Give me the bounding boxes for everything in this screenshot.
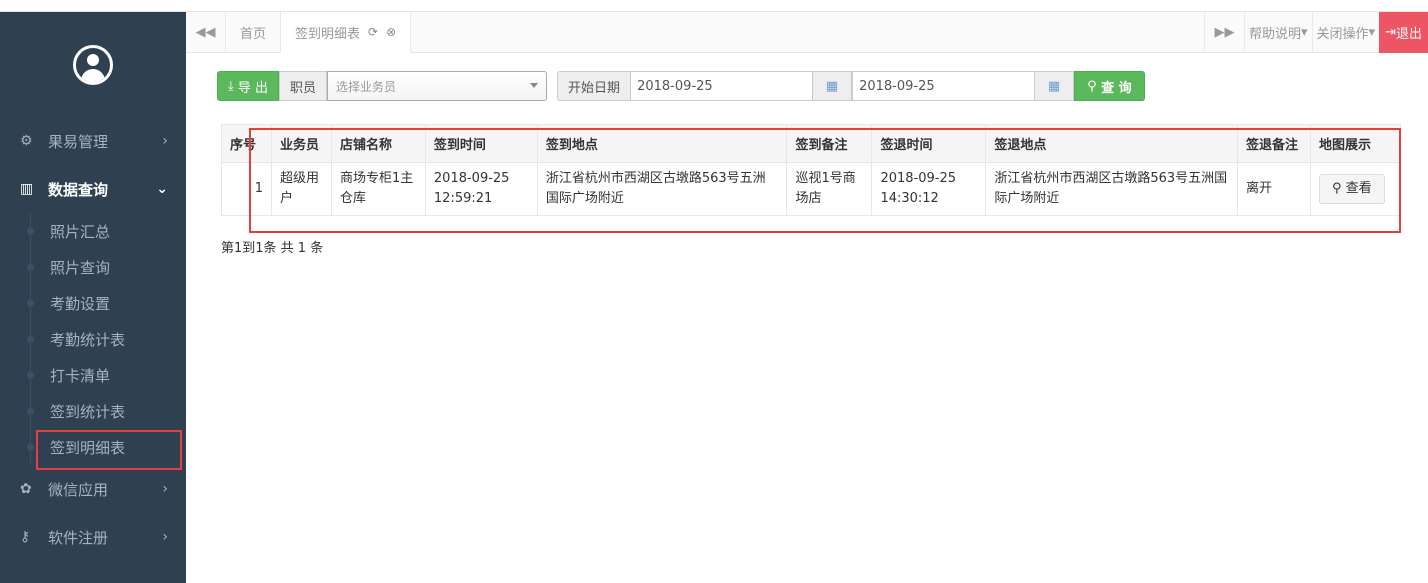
filter-toolbar: ⤓ 导 出 职员 选择业务员 开始日期 2018-09-25 ▦ 2018-09… [217,71,1145,101]
bullet-icon [27,408,34,415]
submenu-item-label: 照片汇总 [50,222,111,241]
submenu-item-label: 考勤设置 [50,294,111,313]
menu-item-wechat[interactable]: ✿ 微信应用 › [0,465,186,513]
browser-bookmark-strip [0,0,1428,12]
menu-item-data-query[interactable]: ▥ 数据查询 ⌄ [0,165,186,213]
tab-label: 签到明细表 [295,26,361,42]
close-icon[interactable]: ⊗ [386,25,396,39]
tab-scroll-left-button[interactable]: ◀◀ [186,11,226,53]
menu-item-label: 微信应用 [48,480,109,499]
caret-down-icon: ▾ [1368,24,1376,40]
calendar-icon[interactable]: ▦ [812,71,853,101]
submenu-item-attendance-settings[interactable]: 考勤设置 [0,285,186,321]
menu-item-label: 软件注册 [48,528,109,547]
staff-select[interactable]: 选择业务员 [327,71,548,101]
bullet-icon [27,300,34,307]
tab-bar-right: ▶▶ 帮助说明 ▾ 关闭操作 ▾ ⇥ 退出 [1203,11,1428,53]
search-label: 查 询 [1101,80,1132,96]
chevron-down-icon: ⌄ [156,181,168,197]
submenu-item-checkin-stats[interactable]: 签到统计表 [0,393,186,429]
logout-icon: ⇥ [1385,24,1396,40]
export-label: 导 出 [237,80,269,96]
end-date-input[interactable]: 2018-09-25 [852,71,1035,101]
profile-area [0,12,186,117]
submenu-item-label: 考勤统计表 [50,330,126,349]
bullet-icon [27,228,34,235]
menu-item-software-register[interactable]: ⚷ 软件注册 › [0,513,186,561]
staff-select-placeholder: 选择业务员 [336,79,397,94]
key-icon: ⚷ [20,529,31,545]
caret-down-icon [530,83,539,88]
caret-down-icon: ▾ [1301,24,1308,40]
start-date-input[interactable]: 2018-09-25 [630,71,813,101]
close-operations-dropdown[interactable]: 关闭操作 ▾ [1311,11,1380,53]
pagination-info: 第1到1条 共 1 条 [221,241,324,256]
date-range-group: 开始日期 2018-09-25 ▦ 2018-09-25 ▦ ⚲ 查 询 [557,71,1145,101]
bullet-icon [27,444,34,451]
annotation-highlight-submenu [36,430,182,470]
submenu-data-query: 照片汇总 照片查询 考勤设置 考勤统计表 打卡清单 签到统计表 签到明细表 [0,213,186,465]
menu-item-guoyi[interactable]: ⚙ 果易管理 › [0,117,186,165]
logout-button[interactable]: ⇥ 退出 [1379,11,1428,53]
tab-bar: ◀◀ 首页 签到明细表 ⟳ ⊗ ▶▶ 帮助说明 ▾ 关闭操作 ▾ ⇥ 退出 [186,11,1428,53]
tab-scroll-right-button[interactable]: ▶▶ [1203,11,1244,53]
submenu-item-label: 打卡清单 [50,366,111,385]
menu-item-label: 数据查询 [48,180,109,199]
chevron-right-icon: › [162,133,168,149]
help-label: 帮助说明 [1248,26,1301,42]
annotation-highlight-table [249,128,1401,233]
refresh-icon[interactable]: ⟳ [368,25,378,39]
bullet-icon [27,264,34,271]
gears-icon: ⚙ [20,133,33,149]
chevron-right-icon: › [162,481,168,497]
help-dropdown[interactable]: 帮助说明 ▾ [1243,11,1312,53]
sidebar: ⚙ 果易管理 › ▥ 数据查询 ⌄ 照片汇总 照片查询 考勤设置 考勤统计表 打… [0,12,186,583]
tab-checkin-detail[interactable]: 签到明细表 ⟳ ⊗ [281,11,412,53]
calendar-icon[interactable]: ▦ [1034,71,1075,101]
wechat-icon: ✿ [20,481,32,497]
menu-item-label: 果易管理 [48,132,109,151]
download-icon: ⤓ [228,78,238,94]
close-ops-label: 关闭操作 [1316,26,1369,42]
user-avatar-icon[interactable] [73,44,113,85]
tab-label: 首页 [240,26,267,42]
search-button[interactable]: ⚲ 查 询 [1074,71,1145,101]
submenu-item-attendance-stats[interactable]: 考勤统计表 [0,321,186,357]
export-button[interactable]: ⤓ 导 出 [217,71,280,101]
tab-home[interactable]: 首页 [226,11,282,53]
submenu-item-punch-list[interactable]: 打卡清单 [0,357,186,393]
start-date-label: 开始日期 [557,71,631,101]
bullet-icon [27,336,34,343]
bar-chart-icon: ▥ [20,181,34,197]
submenu-item-label: 照片查询 [50,258,111,277]
chevron-right-icon: › [162,529,168,545]
bullet-icon [27,372,34,379]
search-icon: ⚲ [1087,78,1102,94]
submenu-item-label: 签到统计表 [50,402,126,421]
staff-label: 职员 [279,71,328,101]
submenu-item-photo-query[interactable]: 照片查询 [0,249,186,285]
submenu-item-photo-summary[interactable]: 照片汇总 [0,213,186,249]
logout-label: 退出 [1395,26,1422,42]
